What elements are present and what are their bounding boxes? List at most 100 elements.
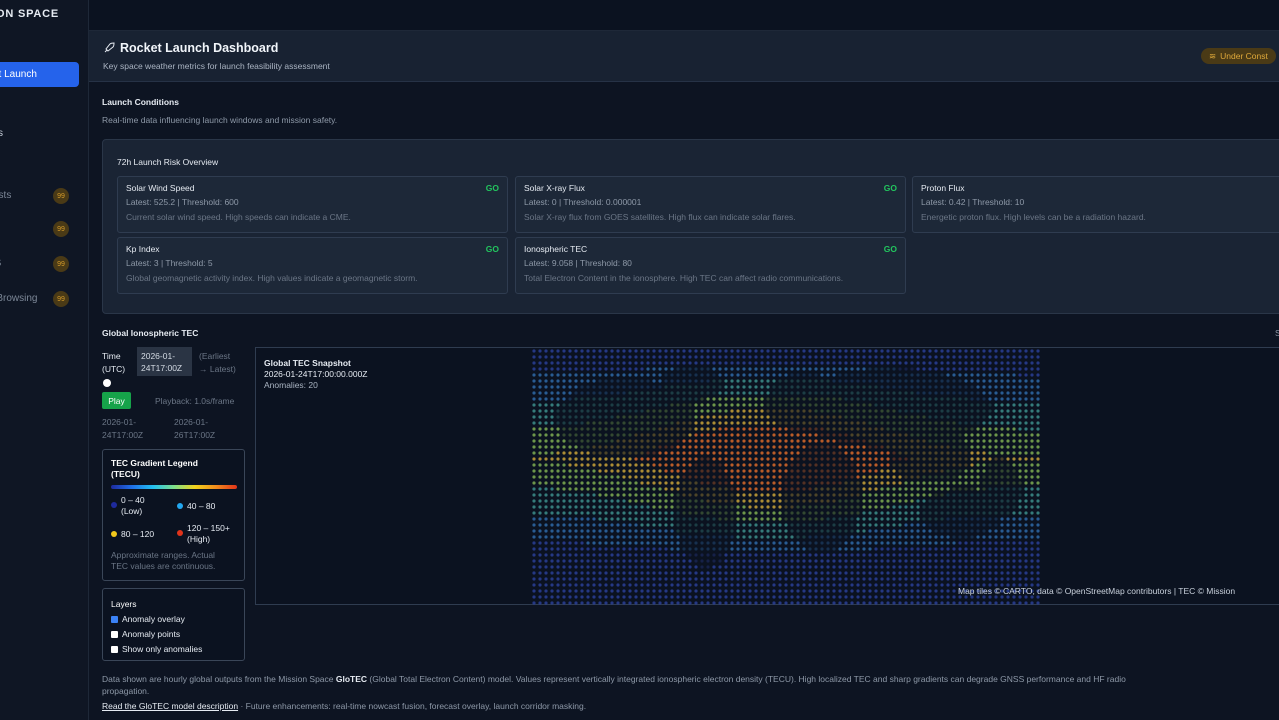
tec-dot — [532, 505, 536, 509]
tec-dot — [850, 409, 854, 413]
tec-dot — [724, 589, 728, 593]
tec-map[interactable]: Global TEC Snapshot 2026-01-24T17:00:00.… — [255, 347, 1279, 605]
sidebar-item-alerts[interactable]: ts99 — [0, 216, 79, 241]
checkbox-checked[interactable] — [111, 616, 118, 623]
tec-dot — [730, 577, 734, 581]
sidebar-item-gnss[interactable]: S — [0, 92, 79, 117]
tec-dot — [952, 535, 956, 539]
glotec-model-link[interactable]: Read the GloTEC model description — [102, 701, 238, 711]
sidebar-item-rocket-launch[interactable]: ket Launch — [0, 62, 79, 87]
tec-dot — [652, 385, 656, 389]
tec-dot — [730, 589, 734, 593]
tec-dot — [538, 385, 542, 389]
layer-toggle-anomaly-points[interactable]: Anomaly points — [111, 629, 180, 639]
tec-dot — [880, 349, 884, 353]
legend-swatch-high — [111, 531, 117, 537]
tec-dot — [790, 565, 794, 569]
tec-dot — [634, 349, 638, 353]
tec-dot — [538, 469, 542, 473]
tec-dot — [904, 349, 908, 353]
time-slider-handle[interactable] — [103, 379, 111, 387]
tec-dot — [1012, 535, 1016, 539]
tec-dot — [862, 349, 866, 353]
tec-dot — [808, 355, 812, 359]
tec-dot — [880, 553, 884, 557]
tec-dot — [862, 451, 866, 455]
tec-dot — [772, 517, 776, 521]
tec-dot — [1018, 559, 1022, 563]
tec-dot — [670, 379, 674, 383]
tec-dot — [766, 463, 770, 467]
sidebar-item-es[interactable]: ES99 — [0, 251, 79, 276]
tec-dot — [604, 463, 608, 467]
tec-dot — [532, 583, 536, 587]
tec-dot — [1030, 367, 1034, 371]
tec-dot — [1030, 439, 1034, 443]
page-subtitle: Key space weather metrics for launch fea… — [103, 61, 330, 71]
checkbox-unchecked[interactable] — [111, 646, 118, 653]
tec-dot — [544, 487, 548, 491]
tec-dot — [910, 463, 914, 467]
tec-dot — [856, 451, 860, 455]
tec-dot — [712, 601, 716, 605]
tec-dot — [688, 397, 692, 401]
sidebar-item-forecasts[interactable]: casts99 — [0, 183, 79, 208]
tec-dot — [934, 517, 938, 521]
sidebar-item-models[interactable]: lels — [0, 121, 79, 146]
tec-dot — [676, 511, 680, 515]
tec-dot — [748, 469, 752, 473]
tec-dot — [880, 475, 884, 479]
tec-dot — [712, 427, 716, 431]
sidebar-item-data-browsing[interactable]: a Browsing99 — [0, 286, 79, 311]
layer-toggle-anomaly-overlay[interactable]: Anomaly overlay — [111, 614, 185, 624]
tec-dot — [628, 433, 632, 437]
tec-dot — [766, 415, 770, 419]
tec-dot — [1030, 409, 1034, 413]
time-value-line: 24T17:00Z — [141, 363, 183, 373]
tec-dot — [790, 457, 794, 461]
tec-dot — [1030, 361, 1034, 365]
tec-dot — [856, 445, 860, 449]
tec-dot — [1000, 403, 1004, 407]
tec-dot — [652, 451, 656, 455]
layer-toggle-only-anomalies[interactable]: Show only anomalies — [111, 644, 202, 654]
tec-dot — [1018, 457, 1022, 461]
tec-dot — [544, 499, 548, 503]
metric-name: Proton Flux — [921, 183, 965, 193]
sidebar-item-home[interactable]: n — [0, 32, 79, 57]
go-status: GO — [883, 244, 897, 254]
tec-dot — [934, 553, 938, 557]
tec-dot — [994, 523, 998, 527]
tec-dot — [910, 385, 914, 389]
tec-dot — [784, 439, 788, 443]
tec-dot — [736, 475, 740, 479]
tec-dot — [676, 349, 680, 353]
tec-dot — [814, 529, 818, 533]
tec-dot — [556, 469, 560, 473]
tec-dot — [580, 511, 584, 515]
tec-dot — [538, 481, 542, 485]
tec-dot — [700, 445, 704, 449]
tec-dot — [1024, 391, 1028, 395]
tec-dot — [940, 361, 944, 365]
play-button[interactable]: Play — [102, 392, 131, 409]
tec-dot — [928, 505, 932, 509]
tec-dot — [634, 565, 638, 569]
tec-dot — [688, 541, 692, 545]
tec-dot — [832, 571, 836, 575]
tec-dot — [544, 553, 548, 557]
tec-dot — [622, 421, 626, 425]
tec-dot — [880, 373, 884, 377]
time-selector[interactable]: 2026-01- 24T17:00Z — [137, 347, 192, 376]
tec-dot — [994, 505, 998, 509]
tec-dot — [694, 517, 698, 521]
tec-dot — [982, 529, 986, 533]
checkbox-unchecked[interactable] — [111, 631, 118, 638]
tec-dot — [796, 589, 800, 593]
tec-dot — [670, 409, 674, 413]
tec-dot — [604, 523, 608, 527]
tec-dot — [970, 397, 974, 401]
tec-dot — [1006, 403, 1010, 407]
tec-dot — [952, 529, 956, 533]
tec-dot — [736, 481, 740, 485]
